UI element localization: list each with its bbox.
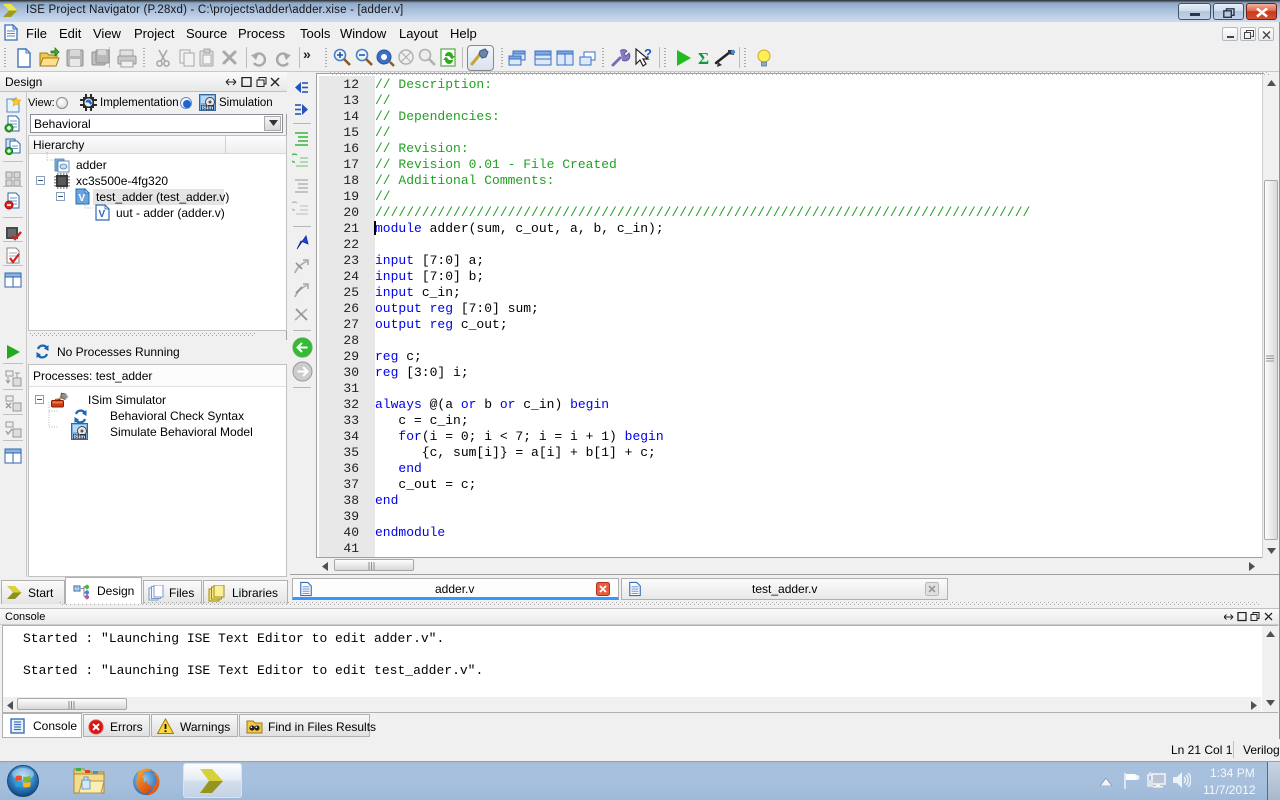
svg-text:Σ: Σ <box>698 49 709 68</box>
svg-text:?: ? <box>644 47 652 61</box>
svg-text:V: V <box>99 209 106 220</box>
svg-text:ISim: ISim <box>74 435 86 441</box>
svg-text:ISim: ISim <box>202 106 214 112</box>
